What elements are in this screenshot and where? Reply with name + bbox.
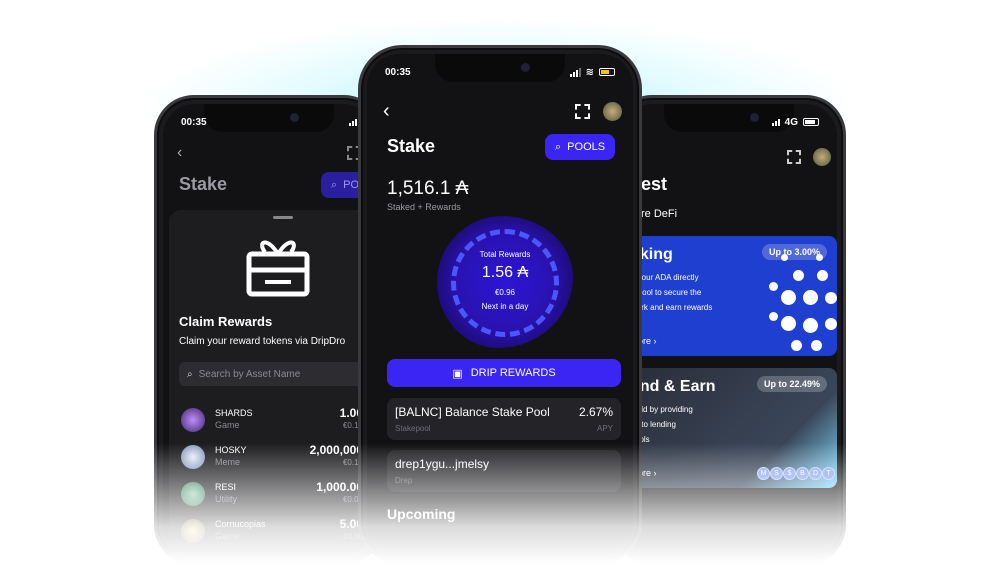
shards-token-icon xyxy=(181,408,205,432)
list-item[interactable]: SHARDS Game 1.00 €0.16 xyxy=(181,406,375,436)
staking-card[interactable]: aking Up to 3.00% e your ADA directly a p… xyxy=(631,236,837,356)
signal-icon xyxy=(771,118,780,126)
drep-name: drep1ygu...jmelsy xyxy=(395,457,490,471)
resi-token-icon xyxy=(181,482,205,506)
status-icons: ≋ xyxy=(569,66,615,78)
list-item[interactable]: Cornucopias Game 5.00 €0.06 xyxy=(181,517,375,547)
qr-scan-icon[interactable] xyxy=(575,104,590,119)
page-title: est xyxy=(641,174,668,194)
search-placeholder: Search by Asset Name xyxy=(198,368,301,380)
asset-category: Utility xyxy=(215,494,237,504)
sheet-handle[interactable] xyxy=(273,216,293,219)
gift-icon xyxy=(246,240,310,297)
pools-button-label: POOLS xyxy=(567,141,606,153)
signal-icon xyxy=(349,118,357,126)
status-time: 00:35 xyxy=(385,66,411,78)
token-d-icon: D xyxy=(809,467,822,480)
asset-name: SHARDS xyxy=(215,408,253,418)
token-s-icon: S xyxy=(770,467,783,480)
phone-right: 4G est re DeFi aking Up to 3.00% e your … xyxy=(612,95,846,563)
token-dollar-icon: $ xyxy=(783,467,796,480)
status-icons: 4G xyxy=(771,116,819,128)
token-b-icon: B xyxy=(796,467,809,480)
back-icon[interactable]: ‹ xyxy=(177,144,182,162)
asset-category: Game xyxy=(215,531,240,541)
total-rewards-label: Total Rewards xyxy=(479,250,531,259)
sheet-title: Claim Rewards xyxy=(179,314,273,329)
search-icon: ⌕ xyxy=(187,368,193,380)
avatar[interactable] xyxy=(813,148,831,166)
qr-scan-icon[interactable] xyxy=(787,150,801,164)
status-bar: 4G xyxy=(639,114,819,130)
drip-rewards-button[interactable]: ▣ DRIP REWARDS xyxy=(387,359,621,387)
phone-center: 00:35 ≋ ‹ Stake ⌕ POOLS 1,516.1 ₳ Staked… xyxy=(358,45,642,563)
page-title: Stake xyxy=(179,174,228,194)
status-icons xyxy=(349,118,357,126)
status-time: 00:35 xyxy=(181,116,207,128)
rewards-progress-ring xyxy=(451,229,559,337)
token-t-icon: T xyxy=(822,467,835,480)
page-subtitle: re DeFi xyxy=(641,208,678,220)
token-m-icon: M xyxy=(757,467,770,480)
search-icon: ⌕ xyxy=(331,178,338,191)
pools-button[interactable]: ⌕ POOLS xyxy=(545,134,616,160)
asset-name: HOSKY xyxy=(215,445,247,455)
drep-type: Drep xyxy=(395,476,413,485)
cornucopias-token-icon xyxy=(181,519,205,543)
next-reward-time: Next in a day xyxy=(481,302,529,311)
status-bar: 00:35 xyxy=(181,114,357,130)
list-item[interactable]: RESI Utility 1,000.00 €0.09 xyxy=(181,480,375,510)
network-label: 4G xyxy=(784,116,798,128)
sheet-subtitle: Claim your reward tokens via DripDro xyxy=(179,336,346,347)
avatar[interactable] xyxy=(603,102,622,121)
apy-value: 2.67% xyxy=(578,405,613,419)
drep-card[interactable]: drep1ygu...jmelsy Drep xyxy=(387,450,621,492)
list-item[interactable]: HOSKY Meme 2,000,000 €0.10 xyxy=(181,443,375,473)
total-rewards-value: 1.56 ₳ xyxy=(481,264,529,281)
signal-icon xyxy=(569,67,581,77)
total-rewards-fiat: €0.96 xyxy=(494,288,516,297)
lend-earn-card[interactable]: end & Earn Up to 22.49% yield by providi… xyxy=(631,368,837,488)
screen-right: 4G est re DeFi aking Up to 3.00% e your … xyxy=(621,104,837,556)
screen-center: 00:35 ≋ ‹ Stake ⌕ POOLS 1,516.1 ₳ Staked… xyxy=(367,54,633,556)
gift-icon: ▣ xyxy=(452,367,463,380)
battery-icon xyxy=(599,68,615,76)
phone-left: 00:35 ‹ Stake ⌕ POO Claim Rewards Claim … xyxy=(154,95,384,563)
lend-apy-badge: Up to 22.49% xyxy=(756,376,827,392)
drip-rewards-label: DRIP REWARDS xyxy=(470,367,556,379)
asset-search-input[interactable]: ⌕ Search by Asset Name xyxy=(179,362,375,386)
hosky-token-icon xyxy=(181,445,205,469)
asset-category: Game xyxy=(215,420,240,430)
wifi-icon: ≋ xyxy=(585,66,594,78)
staking-description: e your ADA directly a pool to secure the w… xyxy=(631,273,713,312)
back-icon[interactable]: ‹ xyxy=(383,100,390,123)
asset-amount: 2,000,000 xyxy=(309,443,363,457)
page-title: Stake xyxy=(387,136,436,156)
staked-balance: 1,516.1 ₳ xyxy=(387,178,469,199)
asset-name: Cornucopias xyxy=(215,519,266,529)
asset-amount: 1,000.00 xyxy=(316,480,363,494)
status-bar: 00:35 ≋ xyxy=(385,64,615,80)
upcoming-heading: Upcoming xyxy=(387,506,456,522)
asset-category: Meme xyxy=(215,457,241,467)
search-icon: ⌕ xyxy=(555,140,562,153)
lend-earn-title: end & Earn xyxy=(631,378,716,395)
stake-pool-card[interactable]: [BALNC] Balance Stake Pool Stakepool 2.6… xyxy=(387,398,621,440)
screen-left: 00:35 ‹ Stake ⌕ POO Claim Rewards Claim … xyxy=(163,104,375,556)
apy-label: APY xyxy=(596,424,613,433)
staked-balance-label: Staked + Rewards xyxy=(387,202,461,212)
asset-name: RESI xyxy=(215,482,237,492)
battery-icon xyxy=(803,118,819,126)
